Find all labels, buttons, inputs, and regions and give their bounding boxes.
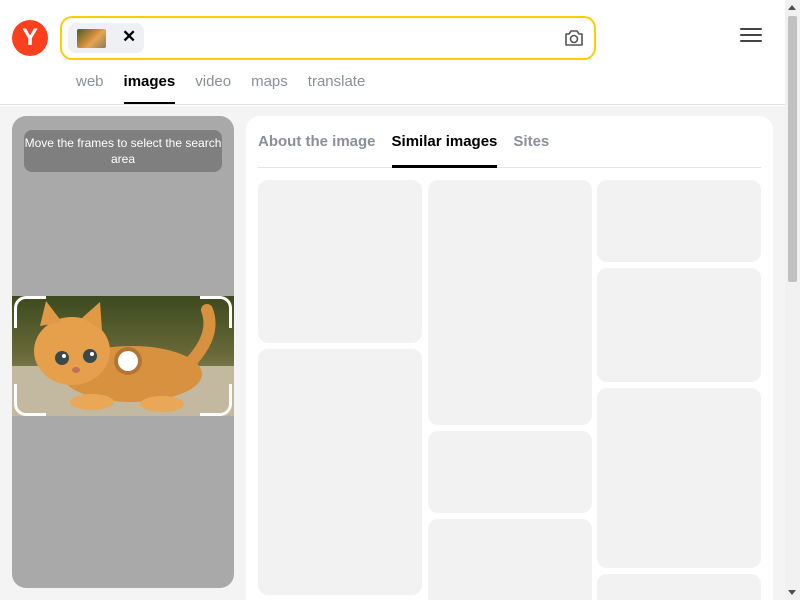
scrollbar-thumb[interactable] (788, 16, 797, 282)
image-placeholder-tile[interactable] (428, 180, 592, 425)
image-query-chip[interactable]: ✕ (68, 23, 144, 53)
image-placeholder-tile[interactable] (428, 431, 592, 513)
image-placeholder-tile[interactable] (597, 574, 761, 600)
nav-maps[interactable]: maps (251, 73, 288, 104)
tab-about-image[interactable]: About the image (258, 116, 376, 167)
crop-hint: Move the frames to select the search are… (24, 130, 222, 172)
header: Y ✕ web images video maps translate (0, 0, 785, 105)
yandex-logo[interactable]: Y (12, 20, 48, 56)
page-scrollbar[interactable] (785, 0, 800, 600)
tab-similar-images[interactable]: Similar images (391, 116, 497, 168)
image-placeholder-tile[interactable] (597, 268, 761, 382)
crop-panel: Move the frames to select the search are… (12, 116, 234, 588)
crop-area[interactable] (12, 296, 234, 416)
results-tabs: About the image Similar images Sites (258, 116, 761, 168)
nav-web[interactable]: web (76, 73, 104, 104)
image-placeholder-tile[interactable] (597, 180, 761, 262)
scroll-up-arrow-icon[interactable] (788, 5, 796, 10)
image-placeholder-tile[interactable] (597, 388, 761, 568)
crop-frame-corner[interactable] (200, 296, 232, 328)
crop-frame-corner[interactable] (14, 296, 46, 328)
nav-images[interactable]: images (123, 73, 175, 104)
main-content: Move the frames to select the search are… (0, 106, 785, 600)
image-placeholder-tile[interactable] (258, 180, 422, 343)
search-nav: web images video maps translate (76, 73, 365, 105)
search-bar[interactable]: ✕ (60, 16, 596, 60)
results-panel: About the image Similar images Sites (246, 116, 773, 600)
menu-icon[interactable] (740, 28, 762, 44)
crop-frame-corner[interactable] (200, 384, 232, 416)
image-placeholder-tile[interactable] (428, 519, 592, 600)
tab-sites[interactable]: Sites (513, 116, 549, 167)
nav-video[interactable]: video (195, 73, 231, 104)
crop-frame-corner[interactable] (14, 384, 46, 416)
camera-icon[interactable] (562, 26, 586, 50)
close-icon[interactable]: ✕ (122, 27, 136, 47)
scroll-down-arrow-icon[interactable] (788, 590, 796, 595)
nav-translate[interactable]: translate (308, 73, 366, 104)
image-placeholder-tile[interactable] (258, 349, 422, 595)
query-image-thumbnail (77, 29, 106, 48)
crop-move-handle[interactable] (118, 351, 138, 371)
